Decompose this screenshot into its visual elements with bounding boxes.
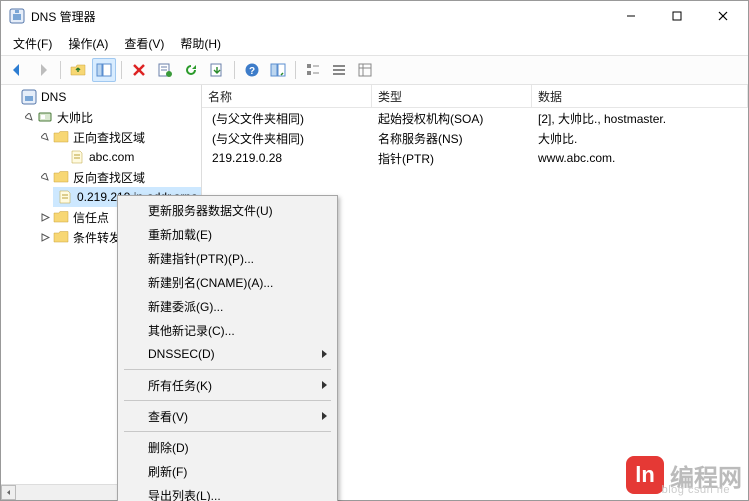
window-controls [608, 1, 746, 31]
zone-icon [69, 149, 85, 165]
nav-back-button[interactable] [5, 58, 29, 82]
toolbar-separator [121, 61, 122, 79]
server-icon [37, 109, 53, 125]
tree-label: DNS [39, 90, 68, 104]
toolbar-separator [234, 61, 235, 79]
tree-expander-icon[interactable] [39, 171, 51, 183]
cell-name: (与父文件夹相同) [202, 130, 372, 147]
record-row[interactable]: 219.219.0.28 指针(PTR) www.abc.com. [202, 148, 748, 168]
cm-dnssec[interactable]: DNSSEC(D) [120, 342, 335, 366]
tree-expander-icon[interactable] [39, 131, 51, 143]
tree-zone-abc-com[interactable]: abc.com [53, 147, 201, 167]
cm-reload[interactable]: 重新加载(E) [120, 222, 335, 246]
refresh-button[interactable] [179, 58, 203, 82]
tree-forward-zones[interactable]: 正向查找区域 [37, 127, 201, 147]
tree-root-dns[interactable]: DNS [5, 87, 201, 107]
cm-export-list[interactable]: 导出列表(L)... [120, 483, 335, 501]
tree-label: 正向查找区域 [71, 129, 147, 146]
record-row[interactable]: (与父文件夹相同) 起始授权机构(SOA) [2], 大帅比., hostmas… [202, 108, 748, 128]
toolbar-separator [295, 61, 296, 79]
scroll-left-button[interactable] [1, 485, 16, 500]
zone-icon [57, 189, 73, 205]
cm-new-delegation[interactable]: 新建委派(G)... [120, 294, 335, 318]
cm-all-tasks[interactable]: 所有任务(K) [120, 373, 335, 397]
column-header-type[interactable]: 类型 [372, 85, 532, 107]
list-header: 名称 类型 数据 [202, 85, 748, 108]
toolbar: ? [1, 55, 748, 85]
view-detail-button[interactable] [353, 58, 377, 82]
svg-text:?: ? [249, 66, 255, 77]
tree-expander-icon[interactable] [39, 211, 51, 223]
view-list-button[interactable] [327, 58, 351, 82]
column-header-data[interactable]: 数据 [532, 85, 748, 107]
cell-text: (与父文件夹相同) [212, 130, 304, 147]
folder-icon [53, 169, 69, 185]
cm-other-new-records[interactable]: 其他新记录(C)... [120, 318, 335, 342]
cell-data: [2], 大帅比., hostmaster. [532, 110, 748, 127]
menu-file[interactable]: 文件(F) [5, 33, 60, 54]
view-icons-button[interactable] [301, 58, 325, 82]
cm-separator [124, 400, 331, 401]
folder-icon [53, 129, 69, 145]
cm-separator [124, 431, 331, 432]
cm-view[interactable]: 查看(V) [120, 404, 335, 428]
toggle-tree-button[interactable] [92, 58, 116, 82]
cm-refresh[interactable]: 刷新(F) [120, 459, 335, 483]
cell-name: (与父文件夹相同) [202, 110, 372, 127]
cell-name: 219.219.0.28 [202, 151, 372, 165]
tree-label: 反向查找区域 [71, 169, 147, 186]
zone-context-menu: 更新服务器数据文件(U) 重新加载(E) 新建指针(PTR)(P)... 新建别… [117, 195, 338, 501]
minimize-button[interactable] [608, 1, 654, 31]
up-level-button[interactable] [66, 58, 90, 82]
window-title: DNS 管理器 [31, 8, 608, 25]
column-header-name[interactable]: 名称 [202, 85, 372, 107]
cm-new-cname[interactable]: 新建别名(CNAME)(A)... [120, 270, 335, 294]
cell-text: (与父文件夹相同) [212, 110, 304, 127]
tree-label: 大帅比 [55, 109, 95, 126]
new-record-button[interactable] [153, 58, 177, 82]
menu-view[interactable]: 查看(V) [116, 33, 172, 54]
cm-new-ptr[interactable]: 新建指针(PTR)(P)... [120, 246, 335, 270]
menu-action[interactable]: 操作(A) [60, 33, 116, 54]
tree-label: 信任点 [71, 209, 111, 226]
cell-type: 名称服务器(NS) [372, 130, 532, 147]
title-bar: DNS 管理器 [1, 1, 748, 31]
cell-type: 指针(PTR) [372, 150, 532, 167]
tree-label: abc.com [87, 150, 136, 164]
folder-icon [53, 229, 69, 245]
tree-reverse-zones[interactable]: 反向查找区域 [37, 167, 201, 187]
menu-help[interactable]: 帮助(H) [172, 33, 229, 54]
cm-update-server-data-file[interactable]: 更新服务器数据文件(U) [120, 198, 335, 222]
app-icon [9, 8, 25, 24]
tree-expander-icon[interactable] [23, 111, 35, 123]
cell-text: 219.219.0.28 [212, 151, 282, 165]
menu-bar: 文件(F) 操作(A) 查看(V) 帮助(H) [1, 31, 748, 55]
export-button[interactable] [205, 58, 229, 82]
help-button[interactable]: ? [240, 58, 264, 82]
folder-icon [53, 209, 69, 225]
close-button[interactable] [700, 1, 746, 31]
cm-separator [124, 369, 331, 370]
nav-forward-button[interactable] [31, 58, 55, 82]
tree-expander-icon[interactable] [39, 231, 51, 243]
cm-delete[interactable]: 删除(D) [120, 435, 335, 459]
tree-server[interactable]: 大帅比 [21, 107, 201, 127]
delete-button[interactable] [127, 58, 151, 82]
dns-manager-window: DNS 管理器 文件(F) 操作(A) 查看(V) 帮助(H) ? [0, 0, 749, 501]
maximize-button[interactable] [654, 1, 700, 31]
cell-data: www.abc.com. [532, 151, 748, 165]
record-row[interactable]: (与父文件夹相同) 名称服务器(NS) 大帅比. [202, 128, 748, 148]
dns-root-icon [21, 89, 37, 105]
toolbar-separator [60, 61, 61, 79]
cell-type: 起始授权机构(SOA) [372, 110, 532, 127]
content-area: DNS 大帅比 [1, 85, 748, 500]
list-rows: (与父文件夹相同) 起始授权机构(SOA) [2], 大帅比., hostmas… [202, 108, 748, 168]
filter-pane-button[interactable] [266, 58, 290, 82]
cell-data: 大帅比. [532, 130, 748, 147]
